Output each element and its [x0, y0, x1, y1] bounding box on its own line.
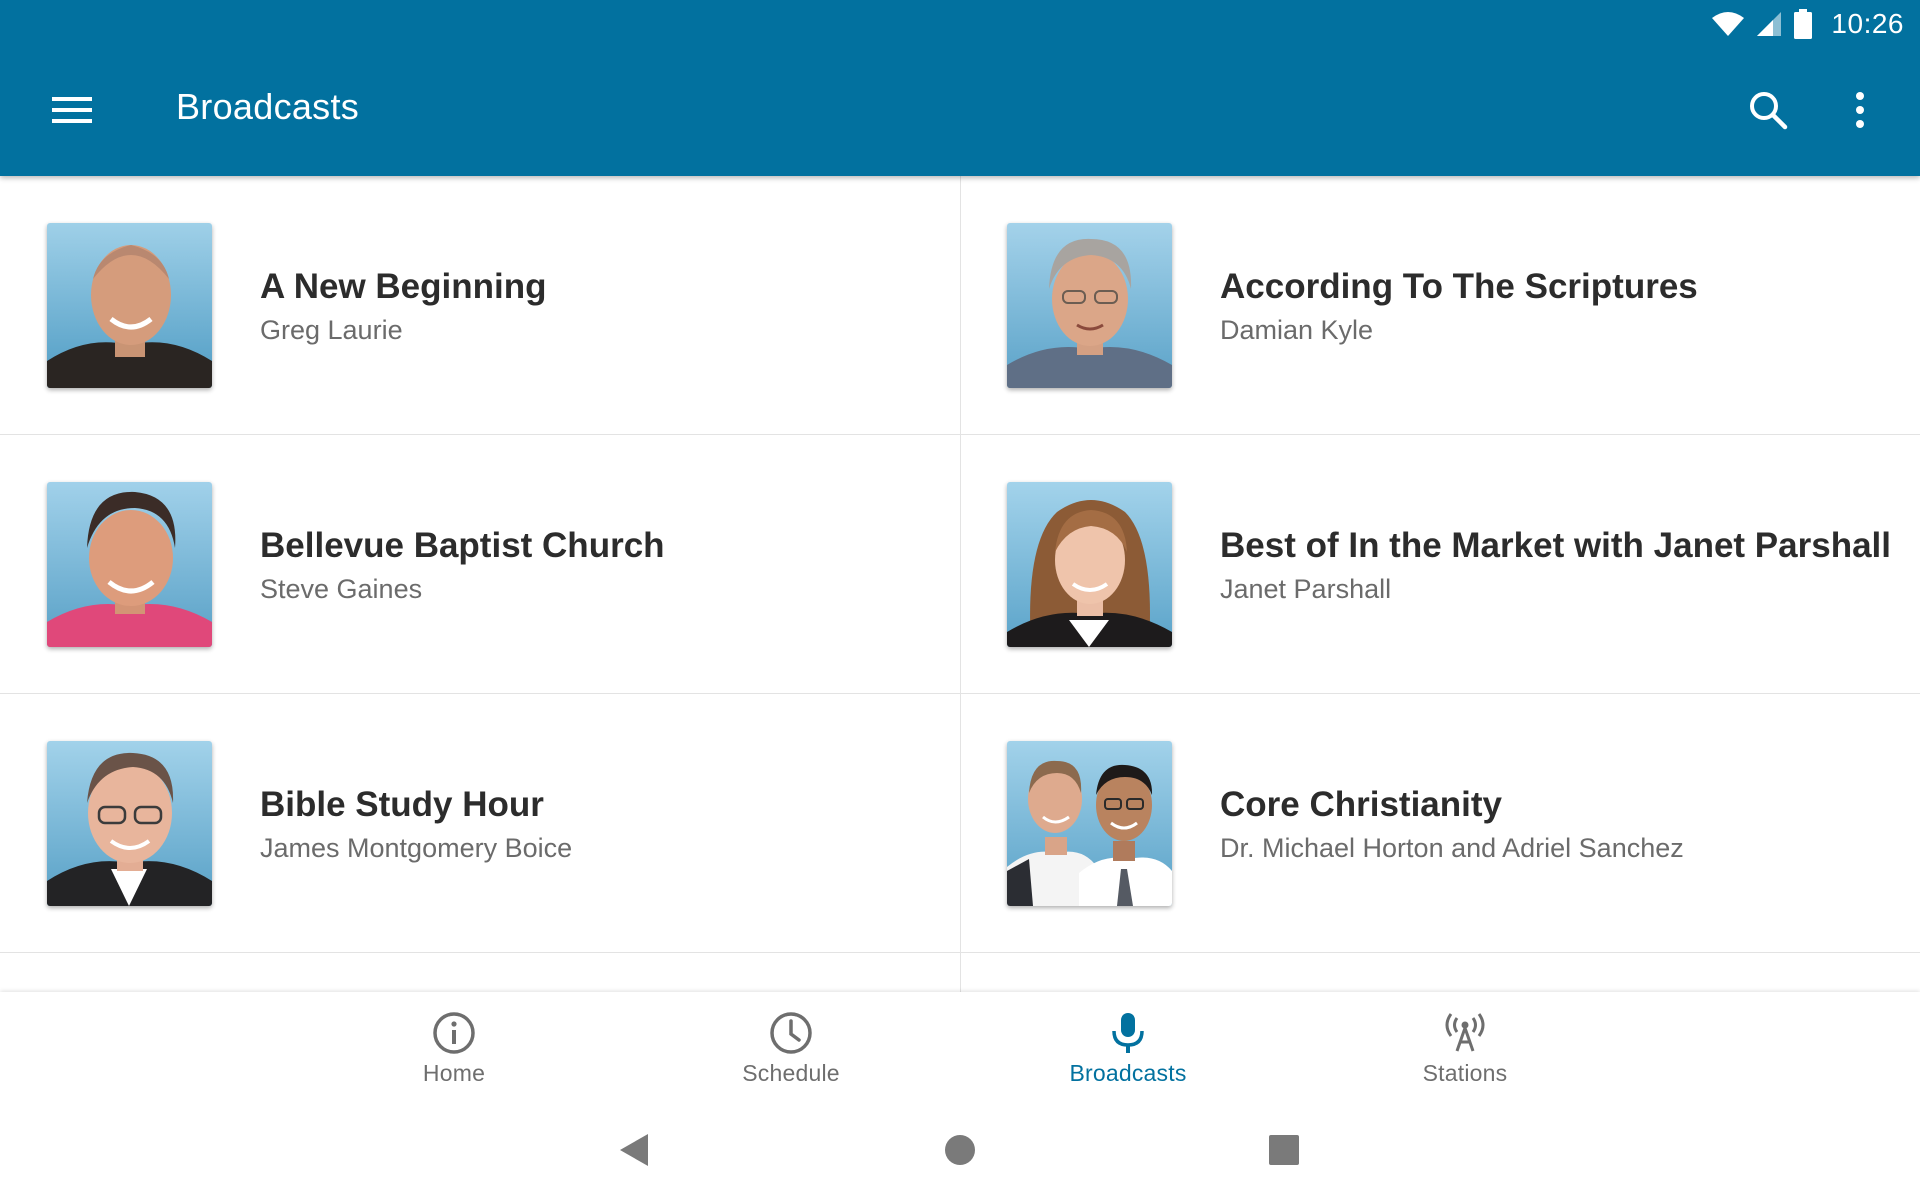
- broadcast-host: Dr. Michael Horton and Adriel Sanchez: [1220, 832, 1684, 863]
- back-button[interactable]: [602, 1120, 666, 1184]
- broadcast-card[interactable]: According To The Scriptures Damian Kyle: [960, 176, 1920, 435]
- app-bar: 10:26 Broadcasts: [0, 0, 1920, 176]
- host-avatar: [47, 741, 212, 906]
- bottom-navigation: Home Schedule Broadcasts Stations: [0, 992, 1920, 1104]
- nav-item-broadcasts[interactable]: Broadcasts: [1008, 992, 1248, 1104]
- nav-label: Stations: [1422, 1060, 1508, 1086]
- nav-item-schedule[interactable]: Schedule: [671, 992, 911, 1104]
- broadcast-title: Bible Study Hour: [260, 784, 544, 824]
- broadcast-card[interactable]: A New Beginning Greg Laurie: [0, 176, 960, 435]
- radio-tower-icon: [1443, 1010, 1487, 1056]
- nav-label: Schedule: [742, 1060, 840, 1086]
- nav-label: Home: [422, 1060, 486, 1086]
- back-icon: [618, 1132, 650, 1173]
- search-button[interactable]: [1732, 80, 1804, 144]
- menu-button[interactable]: [36, 80, 108, 144]
- recents-button[interactable]: [1252, 1120, 1316, 1184]
- broadcast-title: Best of In the Market with Janet Parshal…: [1220, 525, 1891, 565]
- microphone-icon: [1110, 1010, 1146, 1056]
- battery-icon: [1793, 9, 1813, 39]
- broadcast-card[interactable]: Bible Study Hour James Montgomery Boice: [0, 694, 960, 953]
- more-options-button[interactable]: [1828, 80, 1892, 144]
- search-icon: [1748, 90, 1788, 135]
- more-vert-icon: [1854, 91, 1866, 133]
- home-icon: [944, 1134, 976, 1171]
- broadcast-card[interactable]: Bellevue Baptist Church Steve Gaines: [0, 435, 960, 694]
- nav-item-stations[interactable]: Stations: [1345, 992, 1585, 1104]
- clock-icon: [769, 1010, 813, 1056]
- broadcast-host: Janet Parshall: [1220, 573, 1392, 604]
- recents-icon: [1268, 1134, 1300, 1171]
- broadcast-host: James Montgomery Boice: [260, 832, 573, 863]
- hamburger-menu-icon: [52, 95, 92, 130]
- broadcast-title: According To The Scriptures: [1220, 266, 1698, 306]
- broadcast-title: A New Beginning: [260, 266, 547, 306]
- broadcast-card[interactable]: Best of In the Market with Janet Parshal…: [960, 435, 1920, 694]
- cell-signal-icon: [1755, 10, 1783, 38]
- nav-label: Broadcasts: [1069, 1060, 1187, 1086]
- host-avatar: [1007, 223, 1172, 388]
- status-bar: 10:26: [1711, 0, 1920, 48]
- broadcast-title: Bellevue Baptist Church: [260, 525, 665, 565]
- page-title: Broadcasts: [176, 86, 360, 127]
- broadcast-host: Steve Gaines: [260, 573, 423, 604]
- wifi-icon: [1711, 10, 1745, 38]
- host-avatar: [1007, 741, 1172, 906]
- broadcast-card[interactable]: Core Christianity Dr. Michael Horton and…: [960, 694, 1920, 953]
- status-time: 10:26: [1831, 8, 1904, 39]
- host-avatar: [47, 482, 212, 647]
- broadcast-host: Greg Laurie: [260, 314, 403, 345]
- info-icon: [432, 1010, 476, 1056]
- broadcast-list: A New Beginning Greg Laurie According To…: [0, 176, 1920, 992]
- nav-item-home[interactable]: Home: [334, 992, 574, 1104]
- host-avatar: [47, 223, 212, 388]
- broadcast-host: Damian Kyle: [1220, 314, 1374, 345]
- host-avatar: [1007, 482, 1172, 647]
- home-button[interactable]: [928, 1120, 992, 1184]
- system-navigation-bar: [0, 1104, 1920, 1200]
- broadcast-title: Core Christianity: [1220, 784, 1502, 824]
